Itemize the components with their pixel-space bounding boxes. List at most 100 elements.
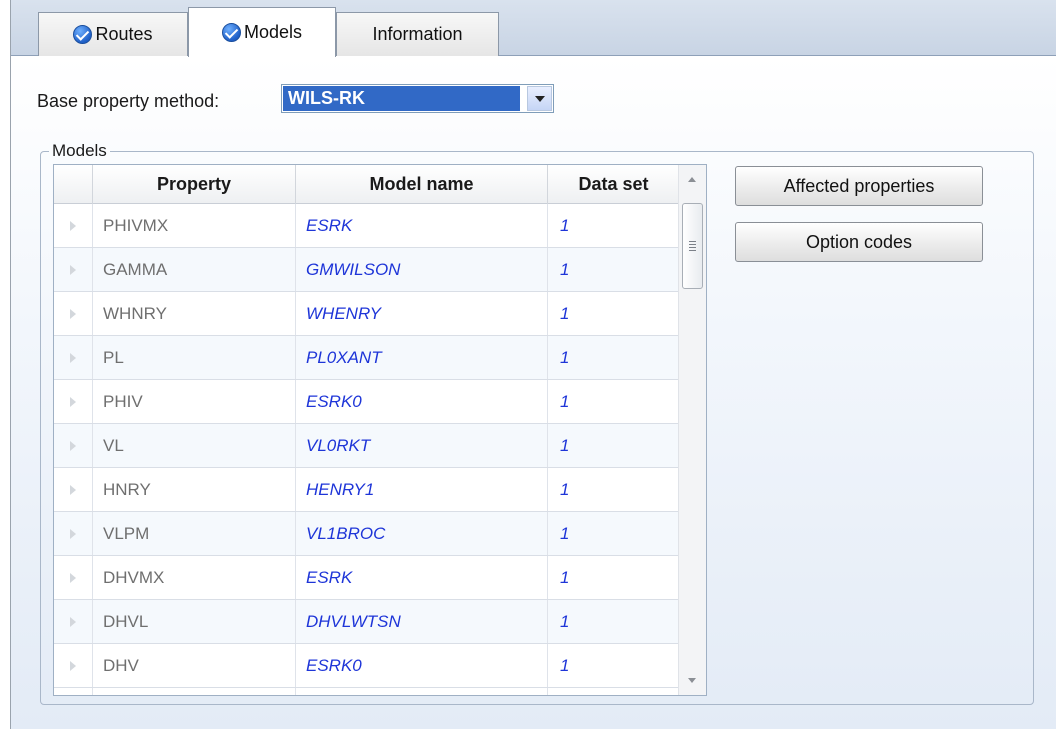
row-selector[interactable] (54, 204, 93, 247)
row-pointer-icon (70, 308, 76, 319)
data-set-cell[interactable]: 1 (548, 248, 679, 291)
empty-cell (54, 688, 93, 695)
row-selector[interactable] (54, 380, 93, 423)
tab-routes[interactable]: Routes (38, 12, 188, 56)
table-row[interactable]: HNRY HENRY1 1 (54, 468, 679, 512)
row-pointer-icon (70, 396, 76, 407)
row-selector[interactable] (54, 600, 93, 643)
scroll-thumb[interactable] (682, 203, 703, 289)
data-set-cell[interactable]: 1 (548, 600, 679, 643)
model-name-cell[interactable]: WHENRY (296, 292, 548, 335)
grip-line (689, 247, 696, 248)
data-set-cell[interactable]: 1 (548, 512, 679, 555)
empty-cell (548, 688, 679, 695)
property-cell: DHV (93, 644, 296, 687)
row-pointer-icon (70, 484, 76, 495)
data-set-cell[interactable]: 1 (548, 556, 679, 599)
models-panel: Base property method: WILS-RK Models Pro… (11, 56, 1056, 729)
column-header-property[interactable]: Property (93, 165, 296, 204)
column-header-data-set[interactable]: Data set (548, 165, 679, 204)
row-pointer-icon (70, 572, 76, 583)
vertical-scrollbar[interactable] (678, 165, 706, 695)
column-header-model-name[interactable]: Model name (296, 165, 548, 204)
table-row[interactable]: DHV ESRK0 1 (54, 644, 679, 688)
data-set-cell[interactable]: 1 (548, 204, 679, 247)
row-selector-header (54, 165, 93, 204)
model-name-cell[interactable]: HENRY1 (296, 468, 548, 511)
option-codes-button[interactable]: Option codes (735, 222, 983, 262)
row-pointer-icon (70, 616, 76, 627)
data-set-cell[interactable]: 1 (548, 468, 679, 511)
data-set-cell[interactable]: 1 (548, 380, 679, 423)
tab-models[interactable]: Models (188, 7, 336, 57)
table-row[interactable]: VLPM VL1BROC 1 (54, 512, 679, 556)
tab-routes-label: Routes (95, 24, 153, 44)
scroll-down-arrow-icon[interactable] (688, 678, 696, 683)
table-row[interactable]: PHIVMX ESRK 1 (54, 204, 679, 248)
model-name-cell[interactable]: ESRK0 (296, 644, 548, 687)
row-pointer-icon (70, 352, 76, 363)
model-name-cell[interactable]: ESRK (296, 204, 548, 247)
property-cell: PHIVMX (93, 204, 296, 247)
row-selector[interactable] (54, 556, 93, 599)
model-name-cell[interactable]: GMWILSON (296, 248, 548, 291)
model-name-cell[interactable]: DHVLWTSN (296, 600, 548, 643)
tab-strip: Routes Models Information (11, 0, 1056, 57)
property-cell: DHVMX (93, 556, 296, 599)
models-group-title: Models (49, 141, 110, 161)
row-selector[interactable] (54, 644, 93, 687)
models-grid[interactable]: Property Model name Data set PHIVMX ESRK 1… (53, 164, 707, 696)
tab-information[interactable]: Information (336, 12, 499, 56)
data-set-cell[interactable]: 1 (548, 336, 679, 379)
data-set-cell[interactable]: 1 (548, 644, 679, 687)
model-name-cell[interactable]: ESRK (296, 556, 548, 599)
base-property-label: Base property method: (37, 91, 220, 111)
grip-line (689, 241, 696, 242)
row-pointer-icon (70, 660, 76, 671)
property-cell: GAMMA (93, 248, 296, 291)
tab-information-label: Information (372, 24, 463, 44)
row-selector[interactable] (54, 512, 93, 555)
dropdown-button[interactable] (527, 86, 552, 111)
model-name-cell[interactable]: ESRK0 (296, 380, 548, 423)
data-set-cell[interactable]: 1 (548, 292, 679, 335)
model-name-cell[interactable]: VL0RKT (296, 424, 548, 467)
property-cell: HNRY (93, 468, 296, 511)
row-pointer-icon (70, 440, 76, 451)
table-row[interactable]: GAMMA GMWILSON 1 (54, 248, 679, 292)
row-pointer-icon (70, 220, 76, 231)
row-selector[interactable] (54, 292, 93, 335)
model-name-cell[interactable]: VL1BROC (296, 512, 548, 555)
row-selector[interactable] (54, 468, 93, 511)
grip-line (689, 250, 696, 251)
tab-models-label: Models (243, 22, 303, 42)
table-row[interactable]: WHNRY WHENRY 1 (54, 292, 679, 336)
grip-line (689, 244, 696, 245)
base-property-value: WILS-RK (283, 86, 520, 111)
table-row-partial (54, 688, 679, 695)
table-row[interactable]: VL VL0RKT 1 (54, 424, 679, 468)
scroll-up-arrow-icon[interactable] (688, 177, 696, 182)
row-selector[interactable] (54, 424, 93, 467)
table-row[interactable]: PHIV ESRK0 1 (54, 380, 679, 424)
check-circle-icon (73, 25, 93, 44)
affected-properties-button[interactable]: Affected properties (735, 166, 983, 206)
check-circle-icon (221, 23, 241, 42)
row-pointer-icon (70, 264, 76, 275)
property-cell: VLPM (93, 512, 296, 555)
empty-cell (93, 688, 296, 695)
table-row[interactable]: DHVMX ESRK 1 (54, 556, 679, 600)
models-form: Routes Models Information Base property … (10, 0, 1056, 729)
table-row[interactable]: PL PL0XANT 1 (54, 336, 679, 380)
property-cell: PHIV (93, 380, 296, 423)
row-selector[interactable] (54, 336, 93, 379)
row-selector[interactable] (54, 248, 93, 291)
grid-header: Property Model name Data set (54, 165, 679, 204)
chevron-down-icon (534, 95, 545, 102)
model-name-cell[interactable]: PL0XANT (296, 336, 548, 379)
table-row[interactable]: DHVL DHVLWTSN 1 (54, 600, 679, 644)
data-set-cell[interactable]: 1 (548, 424, 679, 467)
empty-cell (296, 688, 548, 695)
base-property-select[interactable]: WILS-RK (281, 84, 554, 113)
property-cell: VL (93, 424, 296, 467)
